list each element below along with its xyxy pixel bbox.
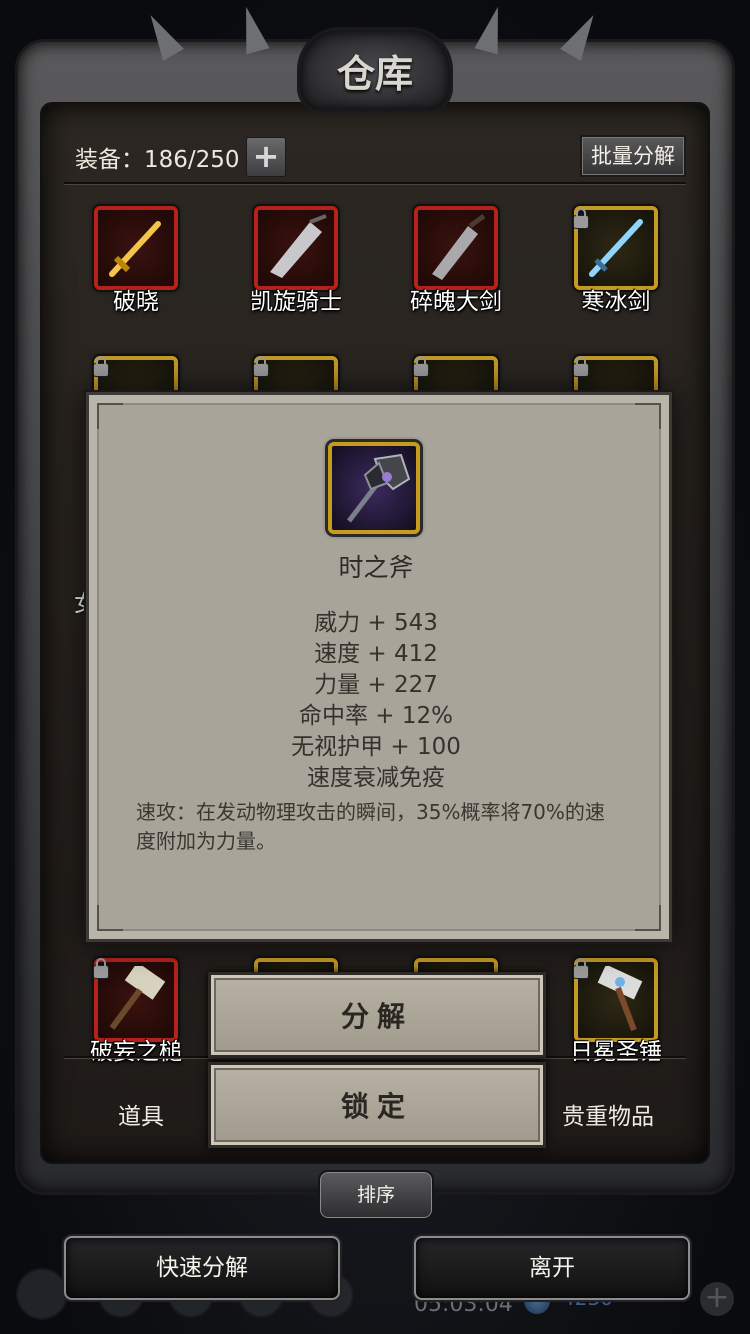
item-stat: 速度 + 412: [314, 641, 438, 667]
ice-sword-icon: [589, 219, 643, 277]
sort-button[interactable]: 排序: [318, 1170, 434, 1220]
item-stat: 速度衰减免疫: [307, 765, 445, 791]
item-slot[interactable]: [94, 206, 178, 290]
lock-icon: [574, 208, 588, 228]
lock-icon: [254, 356, 268, 376]
item-name: 寒冰剑: [581, 289, 651, 315]
item-stat: 命中率 + 12%: [298, 703, 453, 729]
hammer-icon: [597, 966, 643, 1032]
item-stat: 力量 + 227: [314, 672, 438, 698]
item-name: 破晓: [113, 289, 159, 315]
item-stat: 威力 + 543: [314, 610, 438, 636]
lock-icon: [574, 356, 588, 376]
lock-icon: [94, 356, 108, 376]
header-divider: [64, 182, 686, 184]
item-name: 破妄之槌: [90, 1039, 182, 1065]
item-name: 日冕圣锤: [570, 1039, 662, 1065]
equipment-count: 装备：186/250: [75, 147, 240, 173]
lock-icon: [414, 356, 428, 376]
item-slot[interactable]: [254, 206, 338, 290]
tab-valuables[interactable]: 贵重物品: [562, 1097, 654, 1131]
item-detail-icon: [328, 442, 420, 534]
item-name: 凯旋骑士: [250, 289, 342, 315]
item-skill-description: 速攻：在发动物理攻击的瞬间，35%概率将70%的速度附加为力量。: [136, 800, 605, 853]
decompose-button[interactable]: 分解: [208, 972, 546, 1058]
popup-corner-decor: [97, 905, 123, 931]
menu-orb-1: [18, 1270, 66, 1318]
page-title: 仓库: [336, 50, 413, 96]
expand-capacity-button[interactable]: +: [246, 137, 286, 177]
lock-icon: [574, 958, 588, 978]
axe-icon: [347, 453, 411, 523]
quick-decompose-button[interactable]: 快速分解: [64, 1236, 340, 1300]
bulk-decompose-button[interactable]: 批量分解: [580, 135, 686, 177]
item-slot[interactable]: [414, 206, 498, 290]
item-detail-name: 时之斧: [338, 553, 414, 582]
add-currency-icon[interactable]: +: [700, 1282, 734, 1316]
title-plate: 仓库: [300, 30, 450, 110]
item-stat: 无视护甲 + 100: [291, 734, 461, 760]
tab-items[interactable]: 道具: [118, 1097, 164, 1131]
popup-corner-decor: [635, 905, 661, 931]
plus-icon: +: [252, 137, 280, 175]
popup-corner-decor: [97, 403, 123, 429]
sword-icon: [109, 221, 161, 277]
greatsword-icon: [432, 214, 486, 280]
leave-button[interactable]: 离开: [414, 1236, 690, 1300]
lock-button[interactable]: 锁定: [208, 1062, 546, 1148]
popup-corner-decor: [635, 403, 661, 429]
hammer-icon: [109, 966, 166, 1030]
lock-icon: [94, 958, 108, 978]
greatsword-icon: [270, 214, 327, 278]
item-name: 碎魄大剑: [410, 289, 502, 315]
